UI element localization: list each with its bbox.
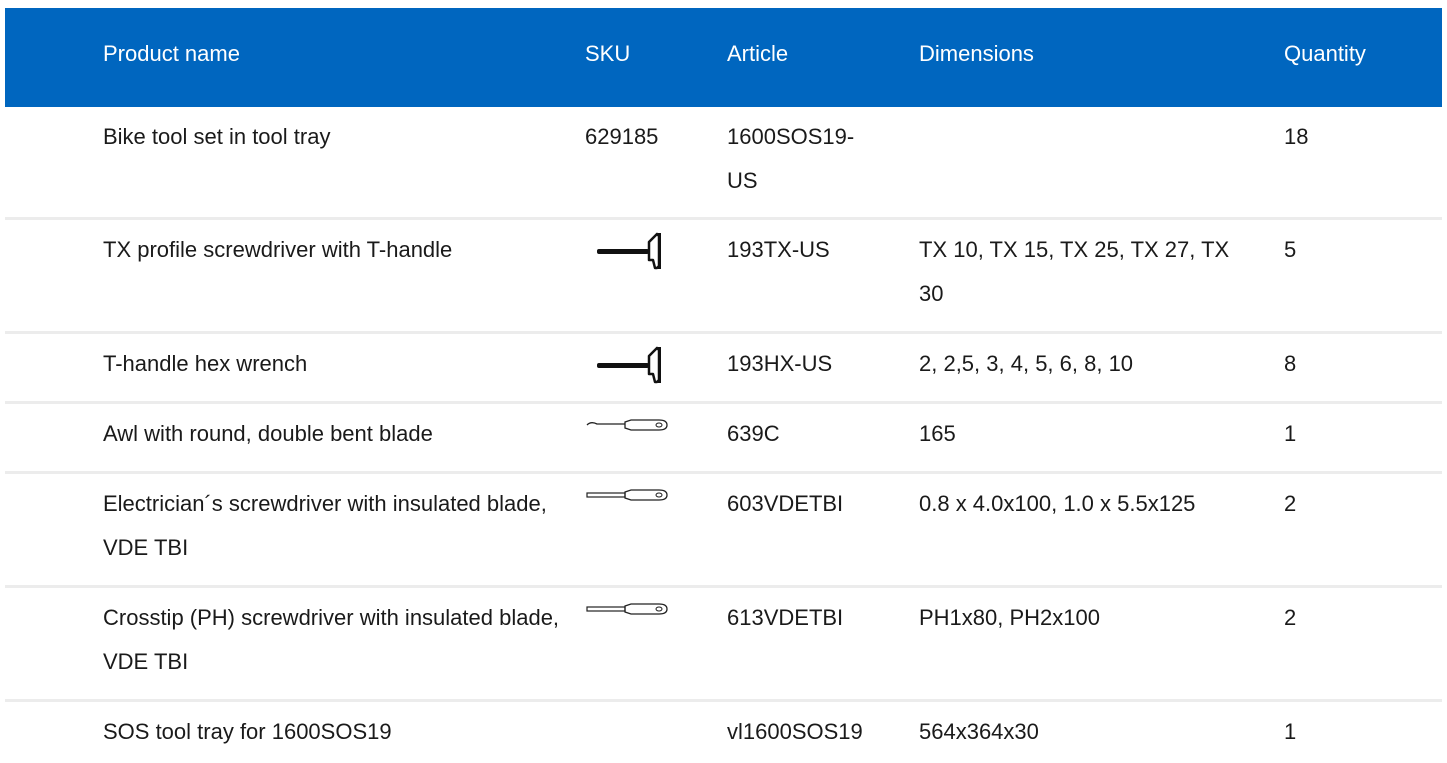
quantity: 1 <box>1284 719 1297 744</box>
quantity: 8 <box>1284 351 1297 376</box>
product-table: Product name SKU Article Dimensions Quan… <box>5 8 1442 763</box>
article-number[interactable]: 193HX-US <box>727 342 907 386</box>
quantity: 2 <box>1284 491 1297 516</box>
column-header-quantity[interactable]: Quantity <box>1284 41 1434 67</box>
article-number[interactable]: 639C <box>727 412 907 456</box>
table-row: Electrician´s screwdriver with insulated… <box>5 474 1442 588</box>
t-handle-tool-icon <box>585 344 705 390</box>
sku: 629185 <box>585 124 659 149</box>
product-name[interactable]: TX profile screwdriver with T-handle <box>103 228 573 272</box>
dimensions: 2, 2,5, 3, 4, 5, 6, 8, 10 <box>919 351 1134 376</box>
t-handle-tool-icon <box>585 230 705 276</box>
table-row: Crosstip (PH) screwdriver with insulated… <box>5 588 1442 702</box>
product-name[interactable]: Awl with round, double bent blade <box>103 412 573 456</box>
column-header-product-name[interactable]: Product name <box>103 41 573 67</box>
product-name[interactable]: Crosstip (PH) screwdriver with insulated… <box>103 596 573 684</box>
screwdriver-icon <box>585 486 705 506</box>
article-number[interactable]: vl1600SOS19 <box>727 710 907 754</box>
awl-icon <box>585 416 705 436</box>
article-number[interactable]: 193TX-US <box>727 228 907 272</box>
column-header-sku[interactable]: SKU <box>585 41 705 67</box>
product-name[interactable]: SOS tool tray for 1600SOS19 <box>103 710 573 754</box>
table-row: T-handle hex wrench 193HX-US 2, 2,5, 3, … <box>5 334 1442 404</box>
article-number[interactable]: 603VDETBI <box>727 482 907 526</box>
screwdriver-icon <box>585 600 705 620</box>
dimensions: 564x364x30 <box>919 719 1039 744</box>
dimensions: 165 <box>919 421 956 446</box>
table-row: Awl with round, double bent blade 639C 1… <box>5 404 1442 474</box>
table-row: TX profile screwdriver with T-handle 193… <box>5 220 1442 334</box>
article-number[interactable]: 613VDETBI <box>727 596 907 640</box>
dimensions: 0.8 x 4.0x100, 1.0 x 5.5x125 <box>919 491 1196 516</box>
dimensions: TX 10, TX 15, TX 25, TX 27, TX 30 <box>919 237 1230 306</box>
dimensions: PH1x80, PH2x100 <box>919 605 1100 630</box>
table-header: Product name SKU Article Dimensions Quan… <box>5 8 1442 107</box>
product-name[interactable]: T-handle hex wrench <box>103 342 573 386</box>
quantity: 18 <box>1284 124 1309 149</box>
column-header-dimensions[interactable]: Dimensions <box>919 41 1259 67</box>
table-row: SOS tool tray for 1600SOS19 vl1600SOS19 … <box>5 702 1442 763</box>
product-name[interactable]: Electrician´s screwdriver with insulated… <box>103 482 573 570</box>
product-name[interactable]: Bike tool set in tool tray <box>103 115 573 159</box>
article-number[interactable]: 1600SOS19- US <box>727 115 907 203</box>
quantity: 1 <box>1284 421 1297 446</box>
quantity: 2 <box>1284 605 1297 630</box>
table-row: Bike tool set in tool tray 629185 1600SO… <box>5 107 1442 220</box>
column-header-article[interactable]: Article <box>727 41 907 67</box>
quantity: 5 <box>1284 237 1297 262</box>
